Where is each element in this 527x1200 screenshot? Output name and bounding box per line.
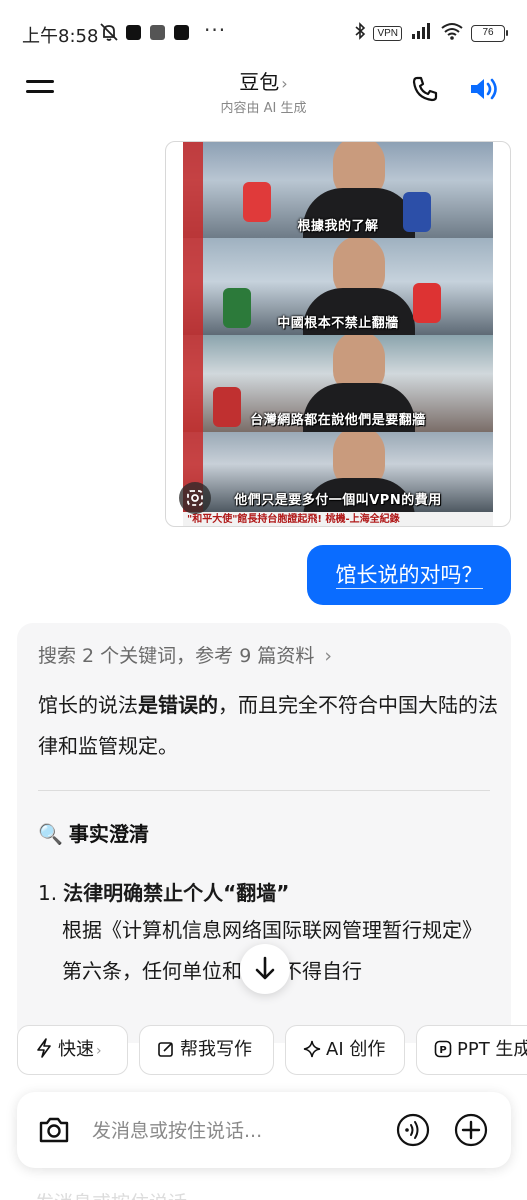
section-heading: 🔍 事实澄清 [38, 818, 149, 847]
cellular-signal-icon [409, 22, 433, 44]
search-sources-toggle[interactable]: 搜索 2 个关键词，参考 9 篇资料 › [38, 641, 332, 668]
vpn-icon: VPN [373, 25, 402, 41]
message-input-bar: 发消息或按住说话... [17, 1092, 511, 1168]
notification-app-icon [126, 25, 141, 40]
notification-app-icon [150, 25, 165, 40]
image-caption: 根據我的了解 [297, 219, 379, 234]
bolt-icon [34, 1026, 54, 1074]
image-caption: 他們只是要多付一個叫VPN的費用 [234, 493, 442, 508]
answer-text: 馆长的说法 [38, 693, 138, 717]
message-input[interactable]: 发消息或按住说话... [92, 1116, 262, 1143]
chip-label: PPT 生成 [457, 1039, 527, 1060]
lens-icon [187, 490, 203, 506]
chevron-right-icon: › [281, 74, 288, 93]
mute-alarm-icon [98, 22, 120, 46]
answer-paragraph: 馆长的说法是错误的，而且完全不符合中国大陆的法律和监管规定。 [38, 685, 498, 767]
chip-label: 快速 [58, 1039, 94, 1060]
list-number: 1. [38, 881, 58, 905]
chat-header: 豆包 › 内容由 AI 生成 [0, 62, 527, 120]
plus-icon [454, 1113, 488, 1147]
quick-action-chips: 快速 › 帮我写作 AI 创作 P PPT 生成 [17, 1025, 527, 1075]
chat-title-area[interactable]: 豆包 › 内容由 AI 生成 [0, 66, 527, 116]
chip-help-write[interactable]: 帮我写作 [139, 1025, 274, 1075]
status-time: 上午8:58 [22, 26, 99, 47]
ai-disclaimer: 内容由 AI 生成 [220, 101, 307, 116]
image-message[interactable]: 根據我的了解 中國根本不禁止翻牆 台灣網路都在說他們是要翻牆 他們只是要多付一個… [165, 141, 511, 527]
ghost-input-reflection: 发消息或按住说话... [35, 1188, 205, 1200]
chip-ai-create[interactable]: AI 创作 [285, 1025, 405, 1075]
voice-call-button[interactable] [395, 1112, 431, 1148]
search-summary-text: 搜索 2 个关键词，参考 9 篇资料 [38, 645, 315, 667]
notification-app-icon [174, 25, 189, 40]
image-panel: 台灣網路都在說他們是要翻牆 [183, 335, 493, 432]
section-title-text: 事实澄清 [68, 822, 149, 846]
image-panel: 中國根本不禁止翻牆 [183, 238, 493, 335]
user-message-bubble[interactable]: 馆长说的对吗？ [307, 545, 511, 605]
answer-bold-text: 是错误的 [138, 693, 218, 717]
image-search-button[interactable] [179, 482, 211, 514]
chip-ppt-generate[interactable]: P PPT 生成 [416, 1025, 527, 1075]
divider [38, 790, 490, 791]
voice-wave-icon [396, 1113, 430, 1147]
chip-label: AI 创作 [326, 1039, 386, 1060]
camera-icon [39, 1117, 69, 1143]
add-attachment-button[interactable] [453, 1112, 489, 1148]
user-message-text: 馆长说的对吗？ [335, 563, 483, 589]
status-bar: 上午8:58 ··· VPN 76 [0, 0, 527, 62]
sparkle-icon [302, 1026, 322, 1074]
chip-fast-mode[interactable]: 快速 › [17, 1025, 128, 1075]
list-item-title: 法律明确禁止个人“翻墙” [63, 881, 290, 905]
image-caption: 中國根本不禁止翻牆 [277, 316, 399, 331]
chevron-right-icon: › [324, 645, 332, 667]
chevron-right-icon: › [96, 1043, 102, 1059]
speaker-toggle-button[interactable] [468, 74, 502, 104]
ppt-icon: P [433, 1026, 453, 1074]
battery-icon: 76 [471, 24, 508, 42]
chat-title[interactable]: 豆包 [239, 70, 279, 94]
arrow-down-icon [255, 956, 275, 980]
svg-text:P: P [439, 1045, 446, 1056]
image-caption: 台灣網路都在說他們是要翻牆 [250, 413, 426, 428]
scroll-to-bottom-button[interactable] [240, 944, 290, 994]
news-ticker: "和平大使"館長持台胞證起飛! 桃機-上海全紀錄 [183, 512, 493, 526]
phone-call-button[interactable] [410, 74, 440, 104]
image-panel: 他們只是要多付一個叫VPN的費用 [183, 432, 493, 512]
magnifier-icon: 🔍 [38, 822, 63, 846]
image-panel: 根據我的了解 [183, 142, 493, 238]
edit-icon [156, 1026, 176, 1074]
more-notifications-icon: ··· [204, 18, 227, 42]
camera-button[interactable] [37, 1114, 71, 1146]
wifi-icon [440, 22, 464, 44]
bluetooth-icon [354, 22, 366, 44]
phone-icon [412, 76, 438, 102]
speaker-icon [471, 78, 497, 100]
chip-label: 帮我写作 [180, 1039, 252, 1060]
